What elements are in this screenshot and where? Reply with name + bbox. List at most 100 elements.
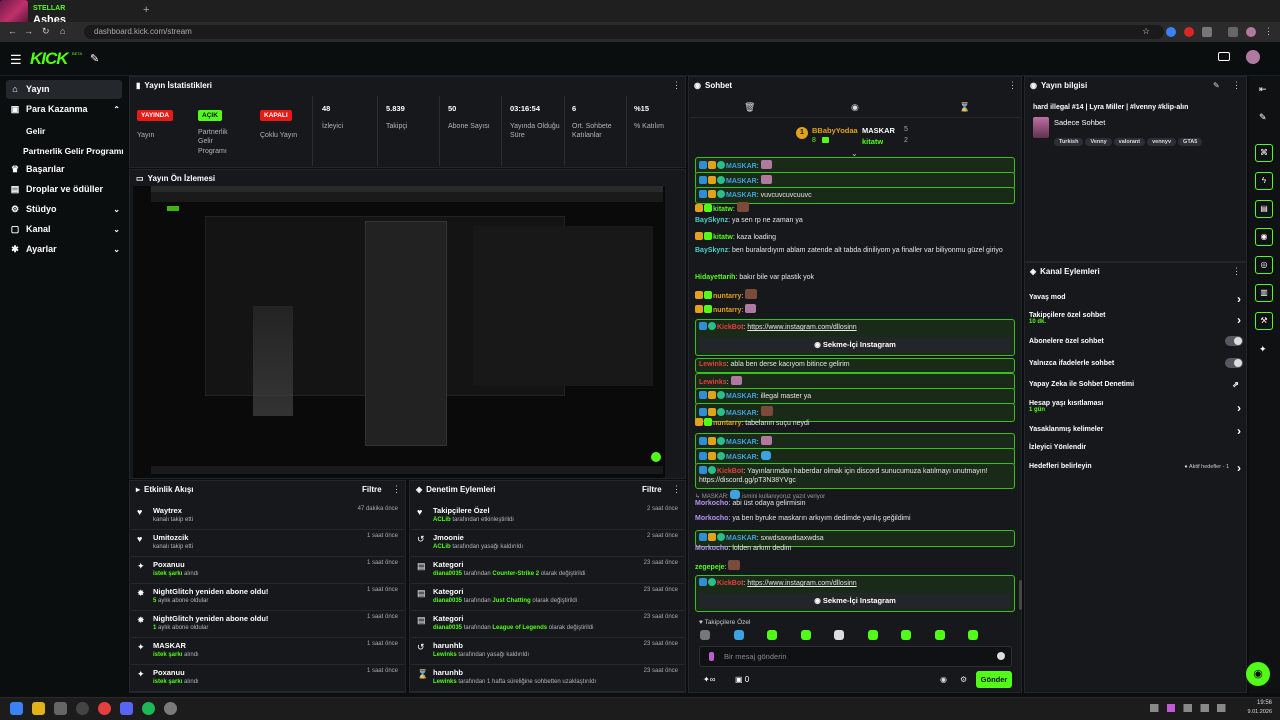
kick-logo[interactable]: KICK: [30, 49, 69, 69]
collapse-icon[interactable]: ⇤: [1259, 84, 1267, 95]
moderation-row[interactable]: ↺ harunhb Lewinks tarafından yasağı kaldır…: [411, 638, 684, 665]
chat-message[interactable]: BaySkynz: ben buralardıyım ablam zatende…: [695, 247, 1015, 256]
stream-info-menu-icon[interactable]: ⋮: [1232, 80, 1241, 91]
chat-username[interactable]: Lewinks: [699, 379, 727, 386]
chat-username[interactable]: MASKAR: [726, 410, 757, 417]
new-tab-button[interactable]: +: [143, 4, 149, 16]
stream-tag[interactable]: valorant: [1113, 138, 1146, 146]
emote-picker-icon[interactable]: [901, 630, 911, 640]
chat-username[interactable]: zegepeje: [695, 564, 725, 571]
emote-picker-icon[interactable]: [700, 630, 710, 640]
toggle-switch[interactable]: [1225, 336, 1243, 346]
sidebar-item-droplar[interactable]: ▤ Droplar ve ödüller: [10, 180, 103, 198]
emote-picker-icon[interactable]: [800, 630, 811, 640]
stream-preview[interactable]: [133, 186, 665, 478]
sidebar-item-studyo[interactable]: ⚙ Stüdyo ⌄: [10, 200, 120, 218]
channel-action-row[interactable]: Takipçilere özel sohbet 10 dk. ›: [1029, 312, 1243, 327]
emote-picker-icon[interactable]: [767, 630, 777, 640]
chat-username[interactable]: KickBot: [717, 468, 743, 475]
chat-message[interactable]: kitatw: kaza loading: [695, 232, 1015, 243]
sidebar-item-ayarlar[interactable]: ✱ Ayarlar ⌄: [10, 240, 120, 258]
emote-picker-icon[interactable]: [867, 630, 878, 640]
moderation-row[interactable]: ♥ Takipçilere Özel ACLib tarafından etkinl…: [411, 503, 684, 530]
sidebar-item-partnerlik[interactable]: Partnerlik Gelir Programı: [23, 146, 124, 156]
moderation-row[interactable]: ▤ Kategori diana0035 tarafından Just Chatt…: [411, 584, 684, 611]
profile-avatar[interactable]: [1246, 27, 1256, 37]
emote-picker-icon[interactable]: [733, 630, 744, 640]
extension-icon[interactable]: [1184, 27, 1194, 37]
edit-layout-icon[interactable]: ✎: [1259, 112, 1267, 123]
back-icon[interactable]: ←: [8, 26, 17, 36]
sidebar-item-yayin[interactable]: ⌂ Yayın: [10, 80, 49, 98]
chat-username[interactable]: MASKAR: [726, 163, 757, 170]
emote-picker-icon[interactable]: [968, 630, 978, 640]
chat-username[interactable]: Morkocho: [695, 545, 728, 552]
moderation-row[interactable]: ↺ Jmoonie ACLib tarafından yasağı kaldırıl…: [411, 530, 684, 557]
forward-icon[interactable]: →: [24, 26, 33, 36]
instagram-embed-button[interactable]: ◉ Sekme-İçi Instagram: [699, 592, 1011, 609]
channel-actions-menu-icon[interactable]: ⋮: [1232, 266, 1241, 277]
stream-tag[interactable]: GTA5: [1178, 138, 1203, 146]
trash-icon[interactable]: 🗑: [744, 102, 755, 113]
channel-action-row[interactable]: Yalnızca ifadelerle sohbet: [1029, 358, 1243, 368]
chat-username[interactable]: Morkocho: [695, 500, 728, 507]
file-explorer-icon[interactable]: [32, 702, 45, 715]
chat-message[interactable]: zegepeje:: [695, 560, 1015, 573]
gift-infinity-icon[interactable]: ✦∞: [703, 675, 715, 684]
chat-message[interactable]: KickBot: Yayınlarımdan haberdar olmak iç…: [695, 463, 1015, 489]
user-avatar[interactable]: [1246, 50, 1260, 64]
stream-tag[interactable]: Turkish: [1054, 138, 1084, 146]
chat-username[interactable]: nuntarry: [713, 293, 741, 300]
gifter-name[interactable]: kitatw: [862, 137, 883, 146]
hourglass-icon[interactable]: ⌛: [959, 102, 970, 113]
broadcast-icon[interactable]: ◎: [1255, 256, 1273, 274]
chat-tool-icon[interactable]: ⌘: [1255, 144, 1273, 162]
activity-row[interactable]: ✦ Poxanuu istek şarkı alındı 1 saat önce: [131, 557, 404, 584]
url-input[interactable]: dashboard.kick.com/stream: [84, 25, 1164, 39]
chat-message[interactable]: kitatw:: [695, 202, 1015, 215]
activity-filter-button[interactable]: Filtre: [362, 485, 382, 494]
chat-username[interactable]: MASKAR: [726, 535, 757, 542]
activity-row[interactable]: ✦ Poxanuu istek şarkı alındı 1 saat önce: [131, 665, 404, 692]
chat-username[interactable]: BaySkynz: [695, 217, 728, 224]
stats-menu-icon[interactable]: ⋮: [672, 80, 681, 91]
sidebar-item-para-kazanma[interactable]: ▣ Para Kazanma ⌃: [10, 100, 120, 118]
chat-username[interactable]: Hidayettarih: [695, 274, 735, 281]
settings-gear-icon[interactable]: [164, 702, 177, 715]
chat-username[interactable]: BaySkynz: [695, 247, 728, 254]
chat-message[interactable]: Hidayettarih: bakır bile var plastik yok: [695, 274, 1015, 283]
send-button[interactable]: Gönder: [976, 671, 1012, 688]
chrome-icon[interactable]: [98, 702, 111, 715]
chat-scrollbar[interactable]: [1019, 580, 1022, 610]
emote-picker-icon[interactable]: [834, 630, 844, 640]
channel-action-row[interactable]: İzleyici Yönlendir: [1029, 444, 1243, 451]
lightning-icon[interactable]: ϟ: [1255, 172, 1273, 190]
top-gifter-name[interactable]: BBabyYodaa: [812, 126, 858, 135]
edit-pencil-icon[interactable]: ✎: [1213, 81, 1220, 90]
stream-tag[interactable]: Venny: [1085, 138, 1112, 146]
moderation-row[interactable]: ▤ Kategori diana0035 tarafından League of …: [411, 611, 684, 638]
stream-tag[interactable]: vennyv: [1147, 138, 1177, 146]
chat-message[interactable]: nuntarry: tabelanın suçu neydi: [695, 418, 1015, 429]
chat-username[interactable]: nuntarry: [713, 307, 741, 314]
channel-action-row[interactable]: Hesap yaşı kısıtlaması 1 gün ›: [1029, 400, 1243, 415]
activity-row[interactable]: ♥ Umitozcik kanalı takip etti 1 saat önce: [131, 530, 404, 557]
reload-icon[interactable]: ↻: [42, 26, 50, 37]
activity-row[interactable]: ✸ NightGlitch yeniden abone oldu! 5 aylık …: [131, 584, 404, 611]
chat-message[interactable]: KickBot: https://www.instagram.com/dllos…: [695, 575, 1015, 612]
wrench-icon[interactable]: ⚒: [1255, 312, 1273, 330]
sidebar-item-kanal[interactable]: ▢ Kanal ⌄: [10, 220, 120, 238]
gifter-name[interactable]: MASKAR: [862, 126, 895, 135]
extensions-puzzle-icon[interactable]: [1202, 27, 1212, 37]
activity-menu-icon[interactable]: ⋮: [392, 484, 401, 495]
chat-message[interactable]: Morkocho: abi üst odaya gelirmisin: [695, 500, 1015, 509]
chat-username[interactable]: Morkocho: [695, 515, 728, 522]
windows-start-icon[interactable]: [10, 702, 23, 715]
help-chat-button[interactable]: ◉: [1246, 662, 1270, 686]
channel-action-row[interactable]: Yasaklanmış kelimeler ›: [1029, 424, 1243, 438]
chat-message[interactable]: nuntarry:: [695, 304, 1015, 316]
chat-bubble-icon[interactable]: ◉: [851, 102, 859, 113]
chat-message[interactable]: Lewinks: abla ben derse kacıyom bitince …: [695, 358, 1015, 373]
chat-text[interactable]: https://www.instagram.com/dllosinn: [747, 580, 856, 587]
chat-username[interactable]: MASKAR: [726, 439, 757, 446]
